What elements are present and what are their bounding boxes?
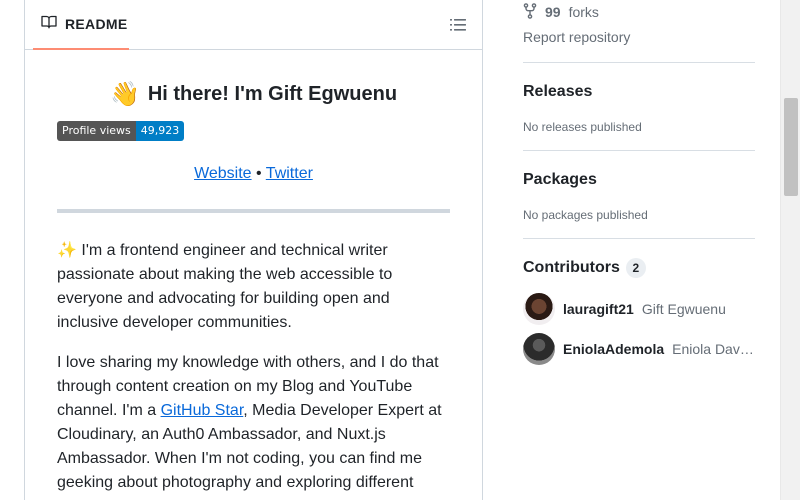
report-repository-link[interactable]: Report repository (523, 29, 755, 45)
heading-text: Hi there! I'm Gift Egwuenu (147, 83, 398, 105)
contributor-name: Gift Egwuenu (641, 301, 726, 317)
contributor-login: lauragift21 (563, 301, 634, 317)
forks-link[interactable]: 99 forks (523, 0, 755, 24)
list-unordered-icon[interactable] (450, 18, 466, 37)
releases-empty: No releases published (523, 120, 642, 134)
forks-label: forks (568, 4, 599, 20)
contributor-login: EniolaAdemola (563, 341, 665, 357)
bio-paragraph: I love sharing my knowledge with others,… (57, 351, 450, 495)
readme-content: 👋 Hi there! I'm Gift Egwuenu Profile vie… (25, 80, 482, 495)
avatar (523, 293, 555, 325)
forks-count: 99 (545, 4, 561, 20)
divider (523, 238, 755, 239)
website-link[interactable]: Website (194, 165, 252, 182)
scrollbar-thumb[interactable] (784, 98, 798, 196)
avatar (523, 333, 555, 365)
sparkles-emoji: ✨ (57, 242, 77, 259)
readme-panel: README 👋 Hi there! I'm Gift Egwuenu Prof… (24, 0, 483, 500)
horizontal-rule (57, 209, 450, 213)
badge-label: Profile views (57, 121, 136, 141)
github-star-link[interactable]: GitHub Star (161, 402, 244, 419)
packages-empty: No packages published (523, 208, 648, 222)
badge-value: 49,923 (135, 121, 185, 141)
readme-tab-label: README (65, 16, 128, 32)
waving-hand-emoji: 👋 (109, 81, 140, 108)
divider (523, 62, 755, 63)
book-icon (41, 14, 57, 35)
page-scrollbar[interactable] (780, 0, 800, 500)
twitter-link[interactable]: Twitter (266, 165, 313, 182)
contributor-name: Eniola David ... (672, 341, 755, 357)
contributor-item[interactable]: lauragift21 Gift Egwuenu (523, 293, 755, 325)
fork-icon (523, 2, 537, 22)
link-separator: • (256, 165, 262, 182)
contributors-heading-row[interactable]: Contributors 2 (523, 258, 755, 278)
tab-readme[interactable]: README (33, 0, 129, 50)
links-row: Website • Twitter (57, 165, 450, 183)
packages-heading[interactable]: Packages (523, 171, 755, 189)
releases-heading[interactable]: Releases (523, 83, 755, 101)
divider (523, 150, 755, 151)
readme-header: README (25, 0, 482, 50)
profile-views-badge: Profile views 49,923 (57, 121, 185, 141)
repo-sidebar: 99 forks Report repository Releases No r… (523, 0, 755, 365)
contributors-count-badge: 2 (625, 258, 646, 278)
intro-paragraph: ✨ I'm a frontend engineer and technical … (57, 239, 450, 335)
contributor-item[interactable]: EniolaAdemola Eniola David ... (523, 333, 755, 365)
readme-heading: 👋 Hi there! I'm Gift Egwuenu (57, 80, 450, 109)
intro-text: I'm a frontend engineer and technical wr… (57, 242, 393, 331)
contributors-heading: Contributors (523, 259, 620, 276)
